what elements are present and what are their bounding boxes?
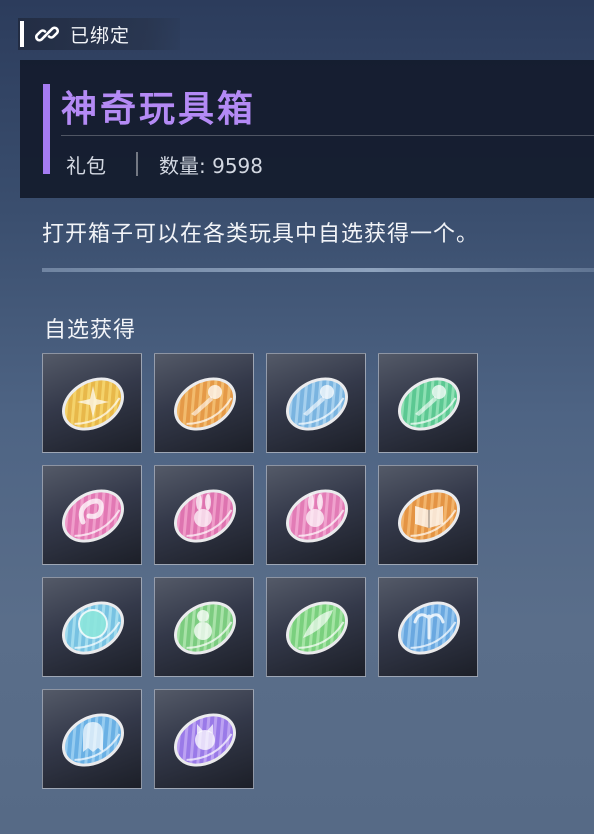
fountain-toy-token-icon bbox=[398, 601, 460, 655]
reward-slot[interactable] bbox=[378, 577, 478, 677]
reward-slot[interactable] bbox=[42, 465, 142, 565]
reward-slot[interactable] bbox=[42, 577, 142, 677]
link-chain-icon bbox=[34, 21, 60, 47]
reward-slot[interactable] bbox=[266, 577, 366, 677]
comet-toy-token-icon bbox=[398, 377, 460, 431]
snowman-toy-token-icon bbox=[174, 601, 236, 655]
bunny-toy-token-icon bbox=[286, 489, 348, 543]
item-type: 礼包 bbox=[66, 154, 106, 178]
comet-toy-token-icon bbox=[286, 377, 348, 431]
selection-section-title: 自选获得 bbox=[44, 318, 137, 343]
header-divider bbox=[61, 135, 594, 136]
type-count-separator bbox=[136, 152, 138, 176]
ghost-toy-token-icon bbox=[62, 713, 124, 767]
bunny-toy-token-icon bbox=[174, 489, 236, 543]
section-divider bbox=[42, 268, 594, 272]
reward-slot[interactable] bbox=[42, 689, 142, 789]
swirl-toy-token-icon bbox=[62, 489, 124, 543]
reward-slot[interactable] bbox=[378, 353, 478, 453]
title-accent-bar bbox=[43, 84, 50, 174]
reward-slot[interactable] bbox=[154, 465, 254, 565]
bound-status-tag: 已绑定 bbox=[18, 18, 180, 50]
comet-toy-token-icon bbox=[174, 377, 236, 431]
item-header-panel: 神奇玩具箱 礼包 数量: 9598 bbox=[20, 60, 594, 198]
feather-toy-token-icon bbox=[286, 601, 348, 655]
item-description: 打开箱子可以在各类玩具中自选获得一个。 bbox=[42, 222, 480, 247]
reward-slot[interactable] bbox=[378, 465, 478, 565]
bound-status-label: 已绑定 bbox=[70, 24, 131, 47]
item-title: 神奇玩具箱 bbox=[61, 89, 257, 130]
reward-slot[interactable] bbox=[266, 353, 366, 453]
book-toy-token-icon bbox=[398, 489, 460, 543]
reward-slot[interactable] bbox=[154, 353, 254, 453]
reward-slot[interactable] bbox=[154, 577, 254, 677]
reward-slot[interactable] bbox=[42, 353, 142, 453]
starburst-toy-token-icon bbox=[62, 377, 124, 431]
cat-toy-token-icon bbox=[174, 713, 236, 767]
item-count: 数量: 9598 bbox=[159, 154, 263, 178]
reward-slot[interactable] bbox=[266, 465, 366, 565]
reward-slot[interactable] bbox=[154, 689, 254, 789]
orb-toy-token-icon bbox=[62, 601, 124, 655]
tag-accent-bar bbox=[20, 21, 24, 47]
